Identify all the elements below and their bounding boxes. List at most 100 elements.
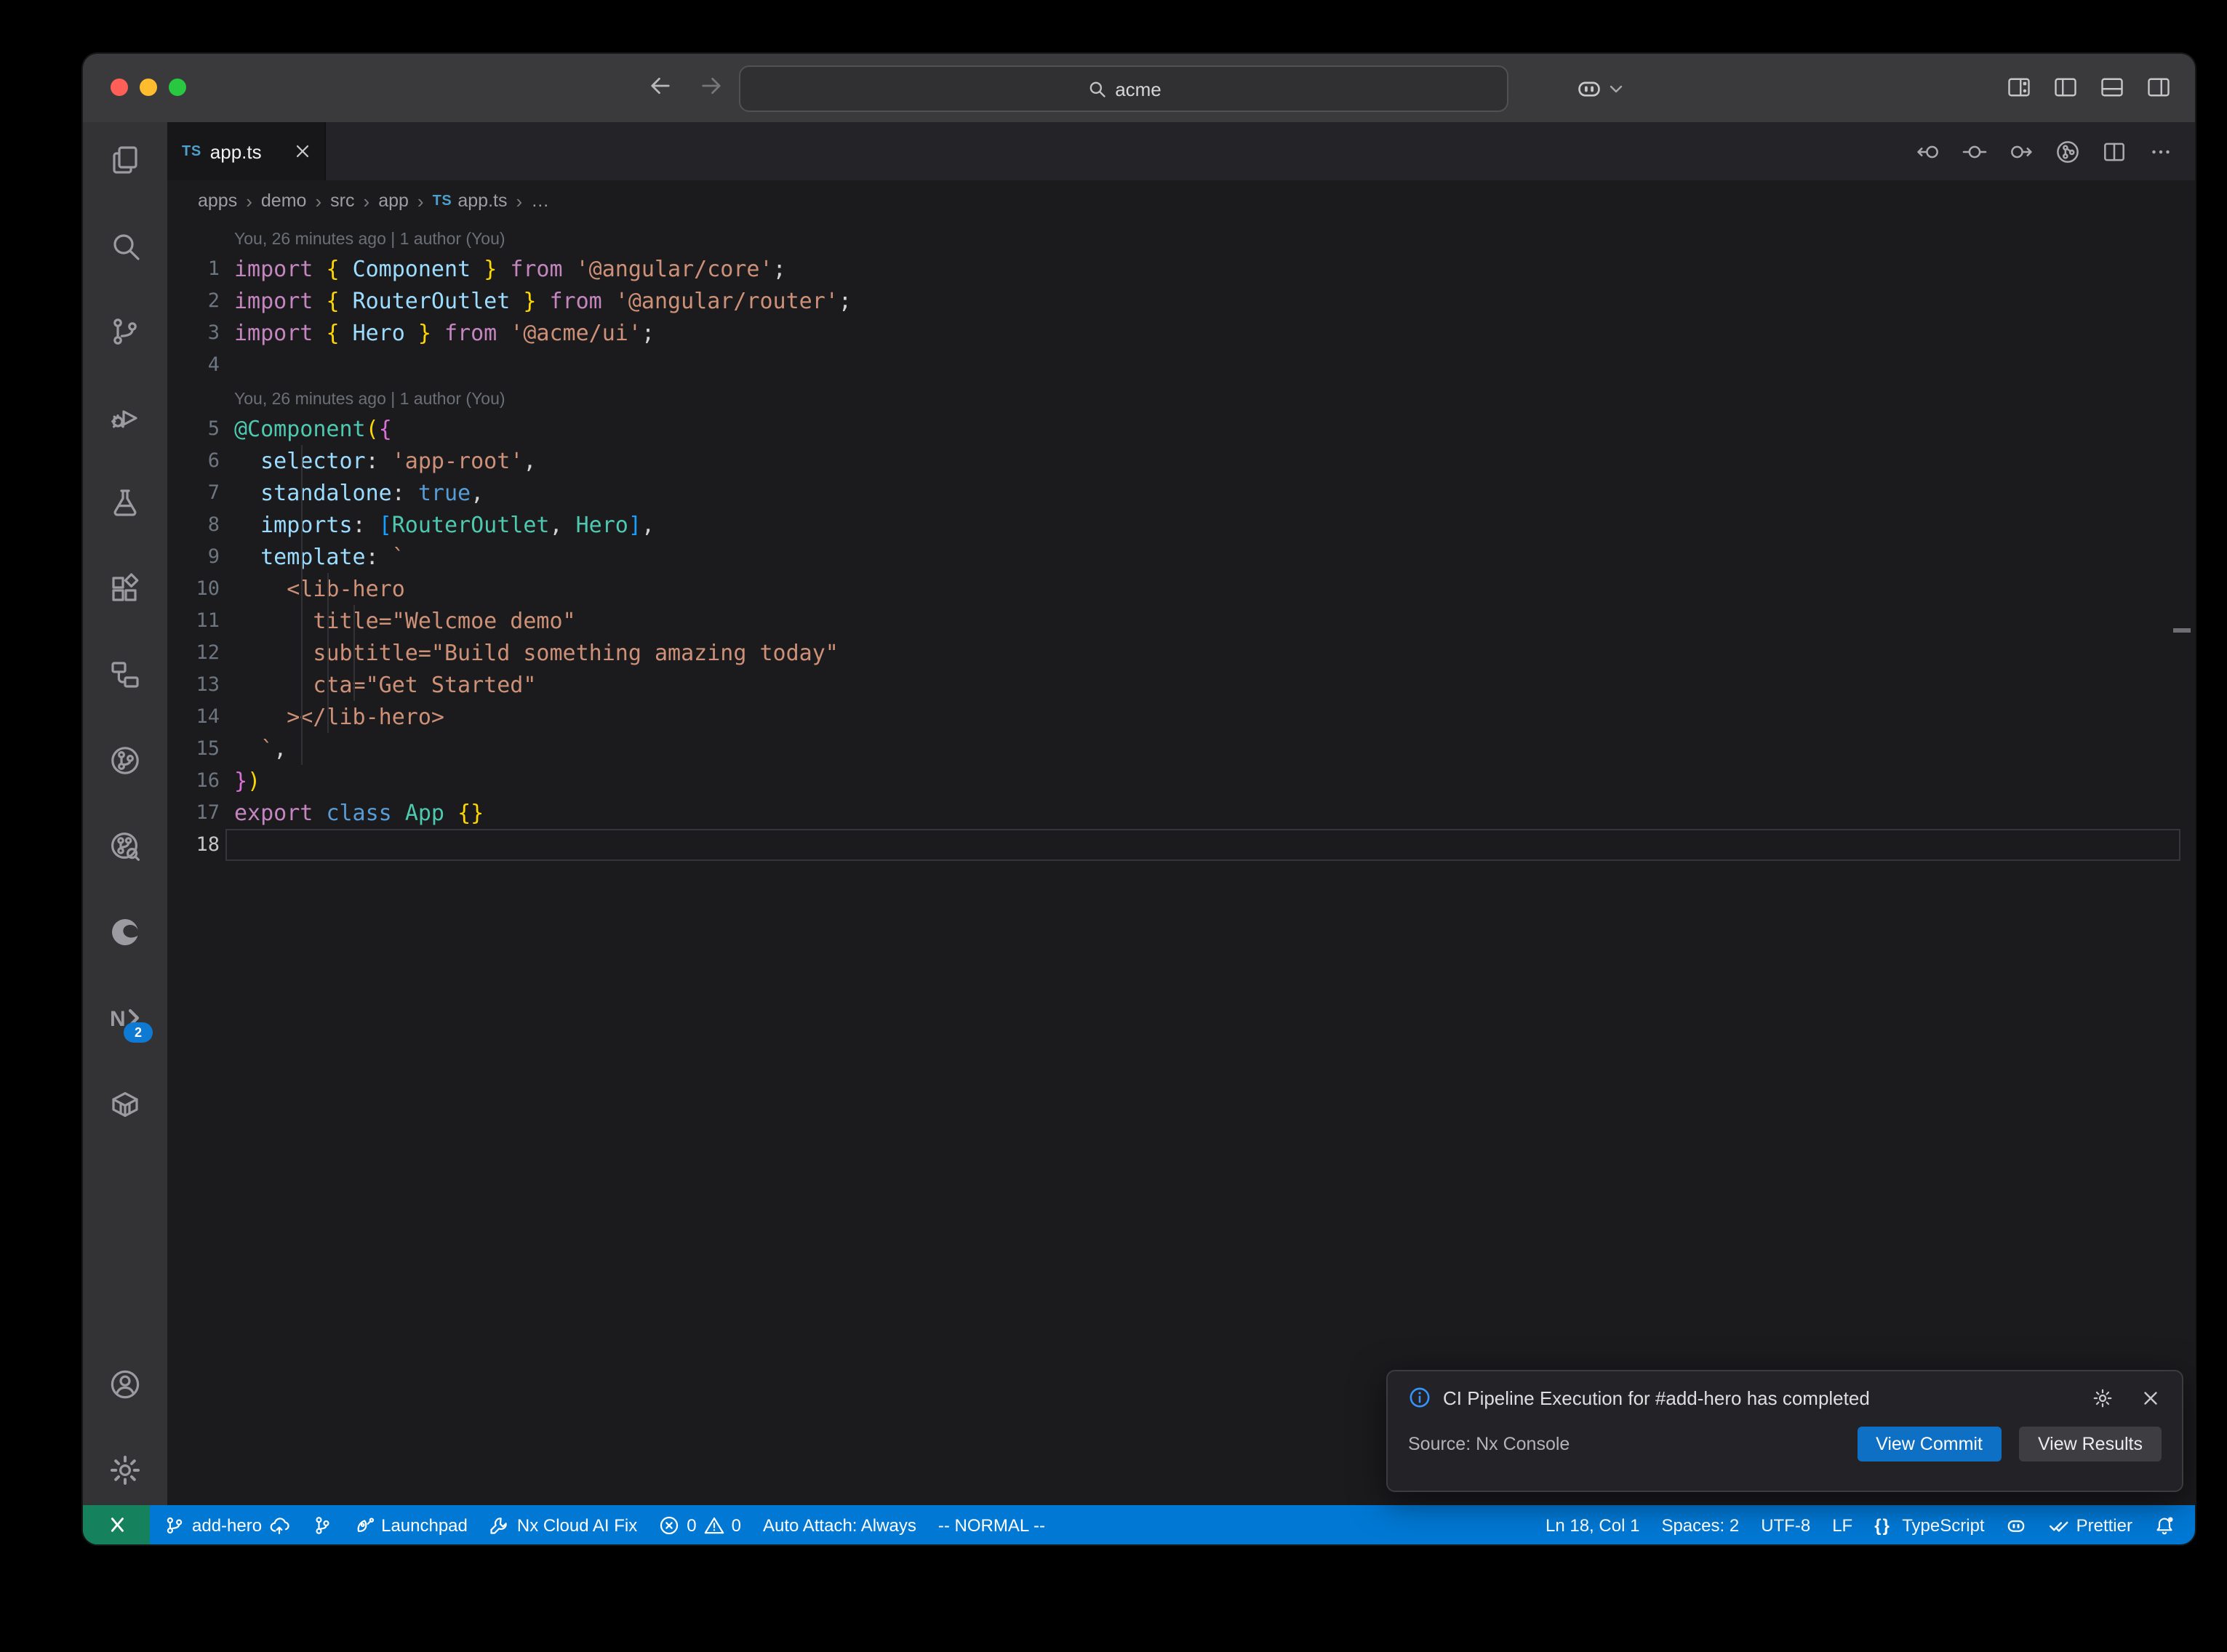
tab-app-ts[interactable]: TS app.ts (167, 122, 326, 180)
previous-change-icon[interactable] (1914, 137, 1942, 165)
change-icon[interactable] (1961, 137, 1988, 165)
code-line-16[interactable]: 16}) (167, 765, 2195, 797)
tab-label: app.ts (210, 140, 262, 162)
code-line-13[interactable]: 13 cta="Get Started" (167, 669, 2195, 701)
code-line-8[interactable]: 8 imports: [RouterOutlet, Hero], (167, 509, 2195, 541)
toggle-panel-bottom-icon[interactable] (2099, 74, 2125, 100)
status-copilot-status[interactable] (2007, 1515, 2027, 1535)
branch-search-icon (108, 829, 143, 864)
breadcrumb-app[interactable]: app (378, 191, 409, 211)
close-icon[interactable] (2140, 1387, 2162, 1408)
code-line-17[interactable]: 17export class App {} (167, 797, 2195, 829)
window-controls (111, 79, 186, 96)
breadcrumb-src[interactable]: src (330, 191, 354, 211)
status-cursor-position[interactable]: Ln 18, Col 1 (1546, 1515, 1639, 1535)
linked-nodes-icon (108, 657, 143, 692)
back-arrow-icon[interactable] (647, 73, 673, 99)
line-content (234, 349, 2195, 381)
forward-arrow-icon[interactable] (698, 73, 724, 99)
activity-item-explorer[interactable] (108, 143, 143, 177)
line-number: 9 (167, 541, 220, 573)
blame-text: You, 26 minutes ago | 1 author (You) (234, 381, 2195, 413)
commit-graph-icon[interactable] (2054, 137, 2082, 165)
line-content: import { RouterOutlet } from '@angular/r… (234, 285, 2195, 317)
view-results-button[interactable]: View Results (2019, 1427, 2162, 1461)
activity-item-run-debug[interactable] (108, 400, 143, 435)
more-actions-icon[interactable] (2147, 137, 2175, 165)
code-line-5[interactable]: 5@Component({ (167, 413, 2195, 445)
activity-item-gitlens[interactable] (108, 743, 143, 778)
status-language-mode[interactable]: {}TypeScript (1874, 1515, 1984, 1535)
close-window-button[interactable] (111, 79, 128, 96)
double-check-icon (2049, 1515, 2069, 1535)
breadcrumb-symbol-path[interactable]: … (531, 191, 549, 211)
zoom-window-button[interactable] (169, 79, 186, 96)
status-formatter-prettier[interactable]: Prettier (2049, 1515, 2132, 1535)
view-commit-button[interactable]: View Commit (1857, 1427, 2002, 1461)
testing-icon (108, 486, 143, 521)
code-line-14[interactable]: 14 ></lib-hero> (167, 701, 2195, 733)
code-line-7[interactable]: 7 standalone: true, (167, 477, 2195, 509)
status-nx-cloud-ai-fix[interactable]: Nx Cloud AI Fix (489, 1515, 637, 1535)
status-items: add-hero Launchpad Nx Cloud AI Fix 00 Auto A… (150, 1505, 2195, 1544)
status-branch-indicator[interactable]: add-hero (164, 1515, 289, 1535)
status-indentation[interactable]: Spaces: 2 (1661, 1515, 1739, 1535)
account-icon (108, 1367, 143, 1402)
code-line-3[interactable]: 3import { Hero } from '@acme/ui'; (167, 317, 2195, 349)
split-editor-icon[interactable] (2100, 137, 2128, 165)
activity-item-search[interactable] (108, 228, 143, 263)
layout-controls (2006, 74, 2172, 100)
code-line-1[interactable]: 1import { Component } from '@angular/cor… (167, 253, 2195, 285)
breadcrumb-apps[interactable]: apps (198, 191, 237, 211)
code-line-6[interactable]: 6 selector: 'app-root', (167, 445, 2195, 477)
code-line-10[interactable]: 10 <lib-hero (167, 573, 2195, 605)
code-line-15[interactable]: 15 `, (167, 733, 2195, 765)
code-editor[interactable]: You, 26 minutes ago | 1 author (You) 1imp… (167, 221, 2195, 1505)
remote-indicator[interactable] (83, 1505, 150, 1544)
activity-item-references[interactable] (108, 657, 143, 692)
activity-item-settings[interactable] (108, 1453, 143, 1488)
code-line-2[interactable]: 2import { RouterOutlet } from '@angular/… (167, 285, 2195, 317)
command-center-search[interactable]: acme (739, 65, 1508, 112)
status-problems[interactable]: 00 (659, 1515, 741, 1535)
activity-item-extensions[interactable] (108, 572, 143, 606)
customize-layout-icon[interactable] (2006, 74, 2032, 100)
status-vim-mode[interactable]: -- NORMAL -- (938, 1515, 1045, 1535)
chevron-down-icon (1607, 79, 1625, 97)
activity-item-commit-graph[interactable] (108, 829, 143, 864)
activity-item-edge-tools[interactable] (108, 915, 143, 950)
next-change-icon[interactable] (2007, 137, 2035, 165)
toggle-panel-left-icon[interactable] (2052, 74, 2079, 100)
code-line-9[interactable]: 9 template: ` (167, 541, 2195, 573)
activity-item-nx-console[interactable]: N2 (108, 1001, 143, 1035)
gear-icon[interactable] (2092, 1387, 2114, 1408)
activity-item-containers[interactable] (108, 1086, 143, 1121)
code-line-18[interactable]: 18 (167, 829, 2195, 861)
line-content: <lib-hero (234, 573, 2195, 605)
line-content: @Component({ (234, 413, 2195, 445)
status-launchpad[interactable]: Launchpad (353, 1515, 468, 1535)
code-line-4[interactable]: 4 (167, 349, 2195, 381)
code-line-12[interactable]: 12 subtitle="Build something amazing tod… (167, 637, 2195, 669)
info-icon (1408, 1386, 1431, 1409)
activity-bar: N2 (83, 122, 167, 1505)
indent-guide (353, 605, 354, 701)
line-number: 18 (167, 829, 220, 861)
status-encoding[interactable]: UTF-8 (1761, 1515, 1810, 1535)
status-notifications-bell[interactable] (2154, 1515, 2175, 1535)
code-line-11[interactable]: 11 title="Welcmoe demo" (167, 605, 2195, 637)
breadcrumb-file[interactable]: TSapp.ts (433, 191, 508, 211)
close-icon[interactable] (292, 141, 313, 161)
minimize-window-button[interactable] (140, 79, 157, 96)
toggle-panel-right-icon[interactable] (2146, 74, 2172, 100)
activity-item-accounts[interactable] (108, 1367, 143, 1402)
line-number: 16 (167, 765, 220, 797)
status-eol[interactable]: LF (1832, 1515, 1852, 1535)
activity-item-source-control[interactable] (108, 314, 143, 349)
activity-item-testing[interactable] (108, 486, 143, 521)
chevron-right-icon: › (361, 190, 373, 212)
status-auto-attach[interactable]: Auto Attach: Always (763, 1515, 916, 1535)
copilot-menu[interactable] (1575, 74, 1625, 102)
status-commit-graph-status[interactable] (311, 1515, 332, 1535)
breadcrumb-demo[interactable]: demo (261, 191, 307, 211)
